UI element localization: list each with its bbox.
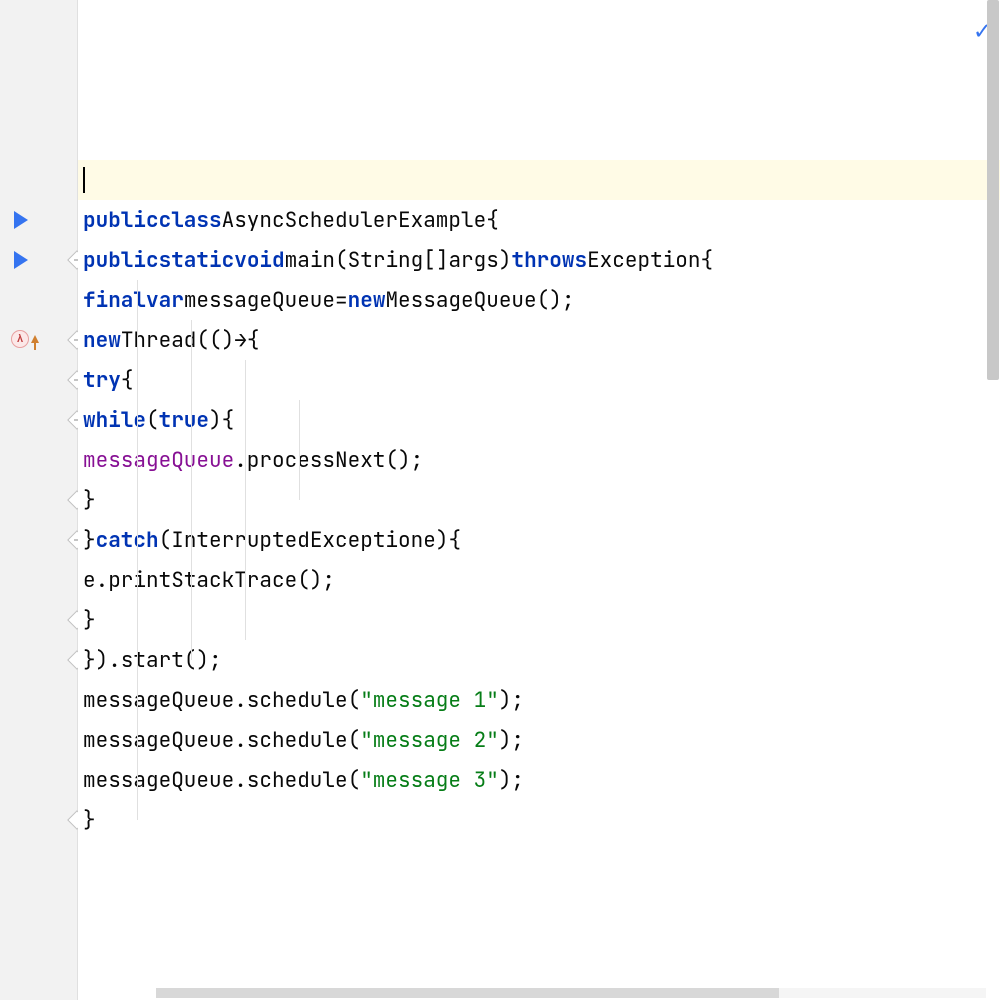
code-line[interactable]: messageQueue.schedule("message 3"); bbox=[78, 760, 1000, 800]
scrollbar-thumb[interactable] bbox=[156, 988, 779, 998]
code-line[interactable]: } catch (InterruptedException e) { bbox=[78, 520, 1000, 560]
run-class-icon[interactable] bbox=[0, 200, 78, 240]
code-line[interactable]: e.printStackTrace(); bbox=[78, 560, 1000, 600]
code-line[interactable]: public static void main(String[] args) t… bbox=[78, 240, 1000, 280]
scrollbar-thumb[interactable] bbox=[987, 0, 999, 380]
code-line[interactable]: final var messageQueue = new MessageQueu… bbox=[78, 280, 1000, 320]
code-line[interactable]: messageQueue.schedule("message 2"); bbox=[78, 720, 1000, 760]
indent-guide bbox=[191, 320, 192, 660]
code-line[interactable]: }).start(); bbox=[78, 640, 1000, 680]
code-line[interactable]: while (true) { bbox=[78, 400, 1000, 440]
indent-guide bbox=[137, 280, 138, 820]
indent-guide bbox=[299, 400, 300, 500]
code-line[interactable]: messageQueue.schedule("message 1"); bbox=[78, 680, 1000, 720]
code-area[interactable]: ✓ public class AsyncSchedulerExample { p… bbox=[78, 0, 1000, 1000]
code-line[interactable]: messageQueue.processNext(); bbox=[78, 440, 1000, 480]
lambda-override-icon[interactable]: λ bbox=[11, 330, 39, 348]
indent-guide bbox=[245, 360, 246, 640]
vertical-scrollbar[interactable] bbox=[986, 0, 1000, 1000]
code-line[interactable]: } bbox=[78, 800, 1000, 840]
code-line[interactable]: public class AsyncSchedulerExample { bbox=[78, 200, 1000, 240]
code-line[interactable]: } bbox=[78, 600, 1000, 640]
editor-container: λ ✓ public class AsyncSchedulerExample {… bbox=[0, 0, 1000, 1000]
code-line[interactable]: try { bbox=[78, 360, 1000, 400]
code-line[interactable] bbox=[78, 160, 1000, 200]
gutter: λ bbox=[0, 0, 78, 1000]
code-line[interactable]: new Thread(() → { bbox=[78, 320, 1000, 360]
text-cursor bbox=[83, 167, 85, 193]
code-line[interactable]: } bbox=[78, 480, 1000, 520]
horizontal-scrollbar[interactable] bbox=[156, 988, 986, 998]
